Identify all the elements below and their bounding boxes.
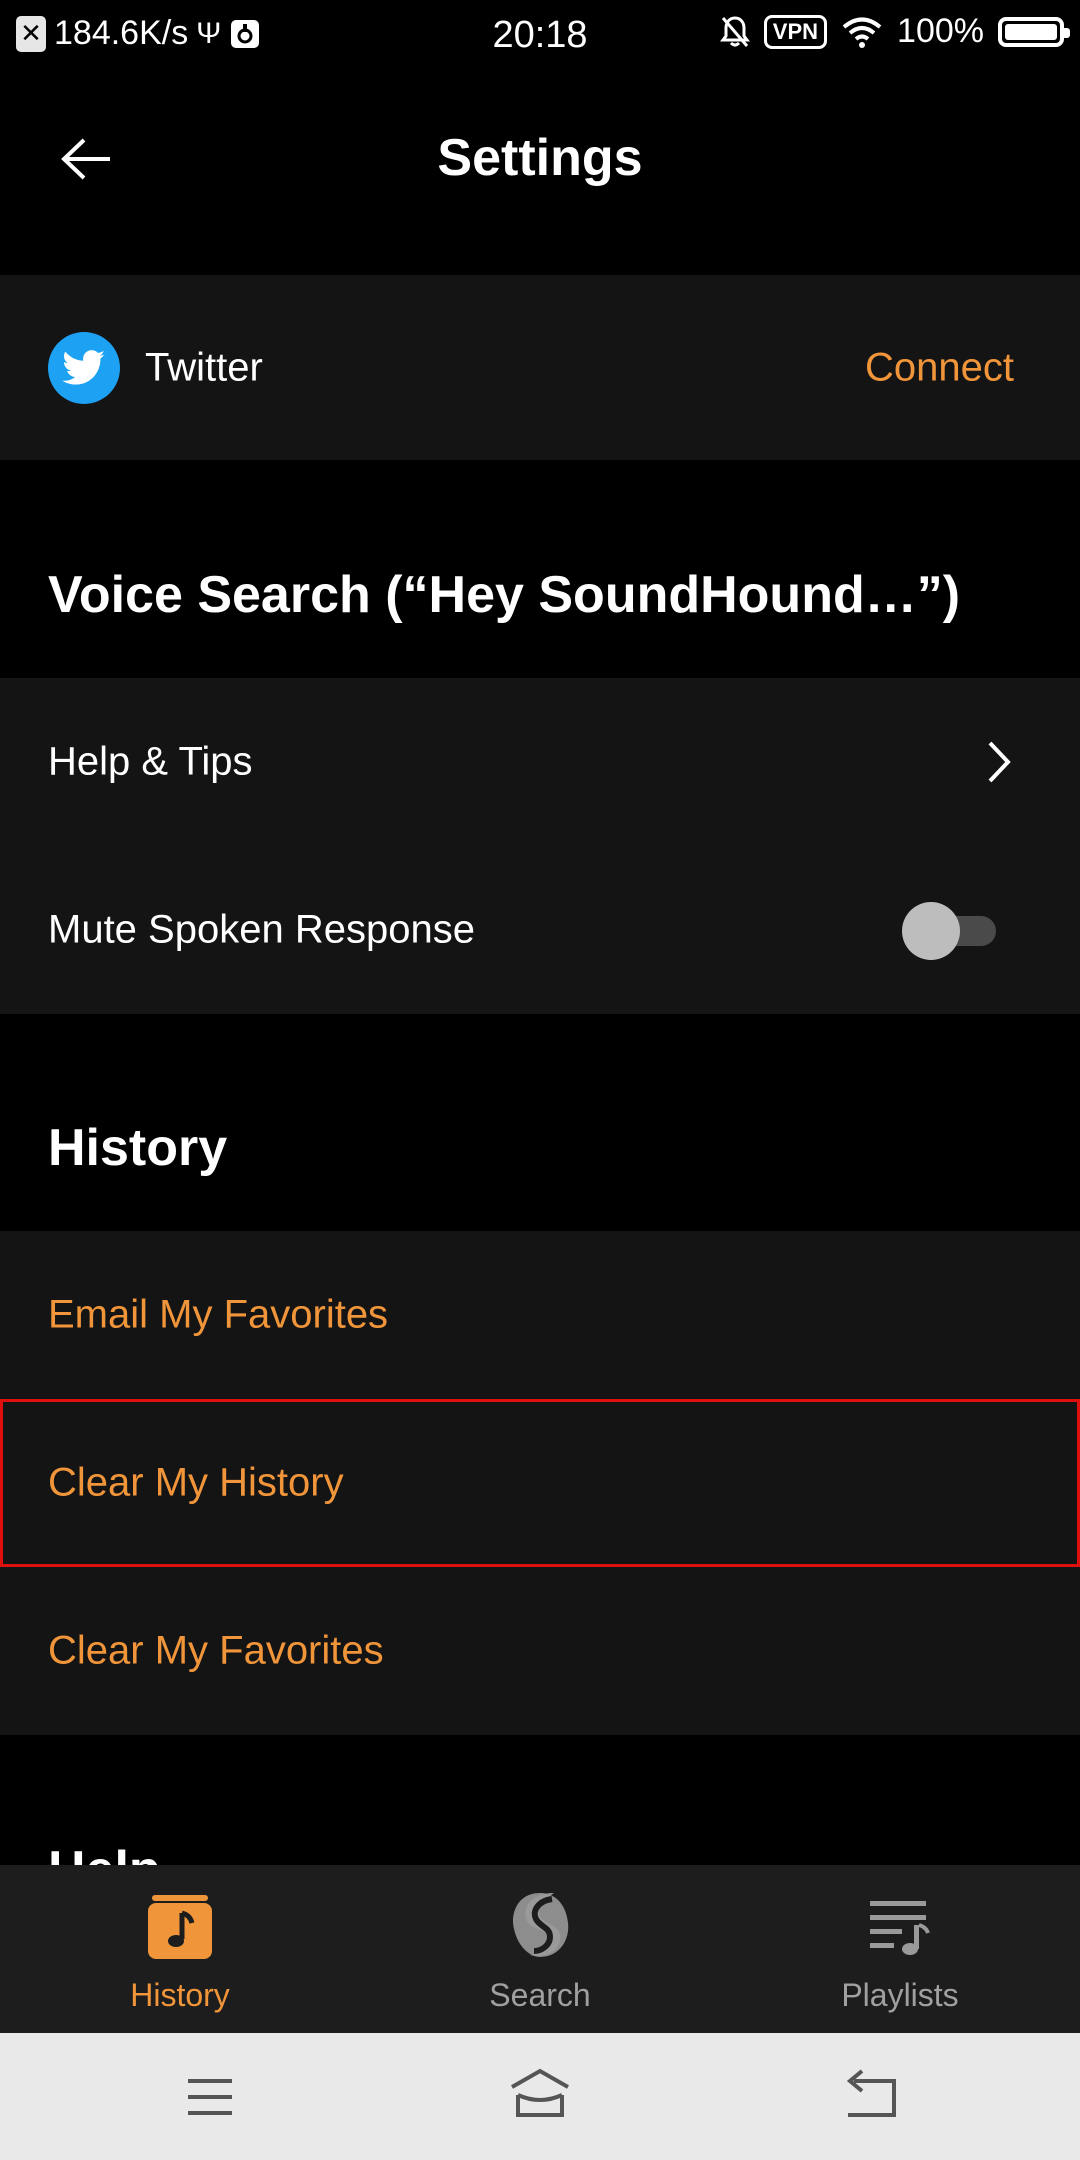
bell-off-icon <box>719 15 750 47</box>
twitter-icon <box>48 331 120 404</box>
menu-icon[interactable] <box>178 2065 242 2129</box>
playlist-icon <box>870 1901 930 1955</box>
mute-spoken-response-label: Mute Spoken Response <box>48 907 475 952</box>
status-bar: ✕ 184.6K/s Ψ 20:18 VPN 100% <box>0 0 1080 72</box>
page-title: Settings <box>437 129 643 187</box>
mute-spoken-response-row: Mute Spoken Response <box>0 846 1080 1014</box>
music-note-icon <box>148 1895 212 1959</box>
selection-highlight <box>0 1399 1080 1567</box>
help-tips-label: Help & Tips <box>48 739 253 784</box>
nav-playlists-label: Playlists <box>841 1977 959 2013</box>
soundhound-icon <box>513 1893 569 1957</box>
system-nav-bar <box>0 2033 1080 2160</box>
battery-percent: 100% <box>897 12 984 50</box>
nav-search[interactable]: Search <box>360 1865 720 2033</box>
chevron-right-icon <box>988 741 1011 783</box>
mute-spoken-response-toggle[interactable] <box>902 900 998 960</box>
twitter-connect-button[interactable]: Connect <box>865 345 1014 390</box>
section-header-voice-search: Voice Search (“Hey SoundHound…”) <box>48 566 961 624</box>
bottom-nav: History Search Playlists <box>0 1865 1080 2033</box>
nav-history-label: History <box>130 1977 230 2013</box>
wifi-icon <box>842 17 882 48</box>
clear-my-favorites-row[interactable]: Clear My Favorites <box>0 1567 1080 1735</box>
email-my-favorites-label: Email My Favorites <box>48 1292 389 1337</box>
home-icon[interactable] <box>508 2065 572 2129</box>
email-my-favorites-row[interactable]: Email My Favorites <box>0 1231 1080 1399</box>
back-nav-icon[interactable] <box>838 2065 902 2129</box>
clear-my-favorites-label: Clear My Favorites <box>48 1628 384 1673</box>
help-tips-row[interactable]: Help & Tips <box>0 678 1080 846</box>
battery-icon <box>998 16 1070 47</box>
twitter-row: Twitter Connect <box>0 275 1080 460</box>
section-header-history: History <box>48 1119 228 1177</box>
voice-search-panel: Help & Tips Mute Spoken Response <box>0 678 1080 1014</box>
app-bar: Settings <box>0 72 1080 242</box>
vpn-badge: VPN <box>763 14 828 49</box>
nav-history[interactable]: History <box>0 1865 360 2033</box>
twitter-label: Twitter <box>145 345 263 389</box>
nav-search-label: Search <box>489 1977 591 2013</box>
nav-playlists[interactable]: Playlists <box>720 1865 1080 2033</box>
